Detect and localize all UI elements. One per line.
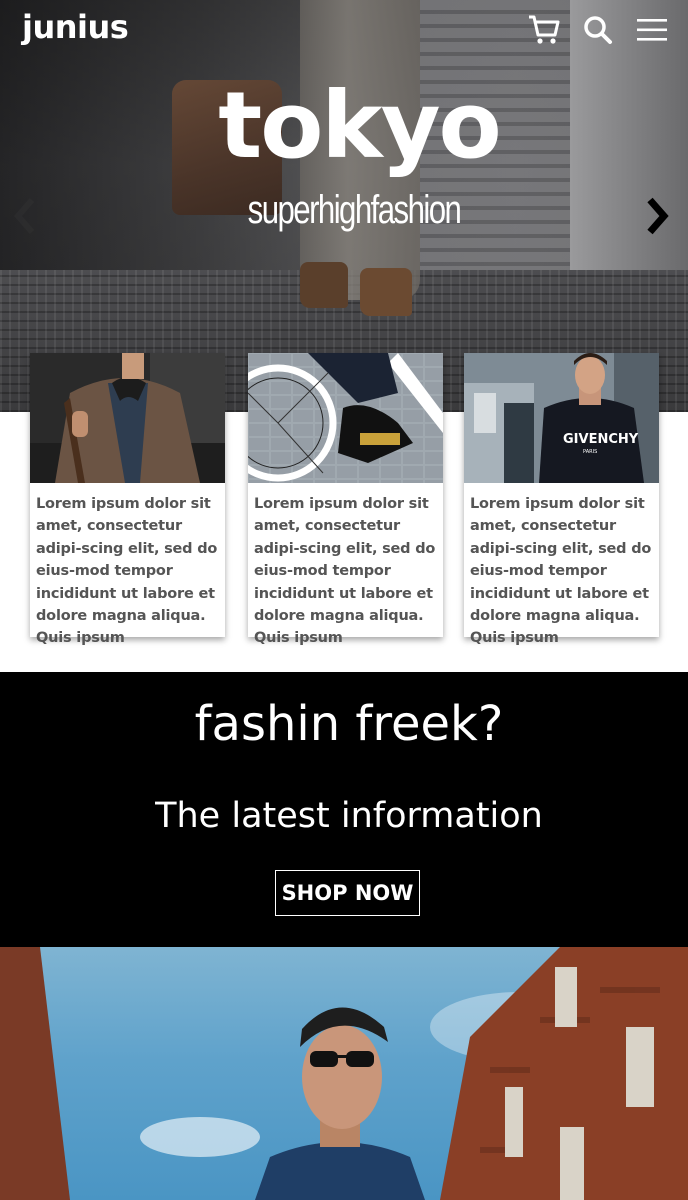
article-card[interactable]: Lorem ipsum dolor sit amet, consectetur …	[30, 353, 225, 646]
card-photo-bicycle	[248, 353, 443, 483]
card-text: Lorem ipsum dolor sit amet, consectetur …	[36, 496, 218, 647]
card-photo-jacket	[30, 353, 225, 483]
article-card[interactable]: Lorem ipsum dolor sit amet, consectetur …	[248, 353, 443, 646]
menu-icon[interactable]	[634, 12, 670, 48]
search-icon[interactable]	[580, 12, 616, 48]
hero-banner: tokyo superhighfashion	[0, 0, 688, 412]
chevron-right-icon[interactable]	[644, 196, 674, 236]
bottom-photo-street	[0, 947, 688, 1200]
promo-section: fashin freek? The latest information SHO…	[0, 672, 688, 947]
top-bar: junius	[0, 0, 688, 60]
logo[interactable]: junius	[22, 8, 129, 46]
shirt-print: GIVENCHY	[563, 432, 639, 447]
card-text: Lorem ipsum dolor sit amet, consectetur …	[470, 496, 652, 647]
hero-title: tokyo	[218, 72, 502, 179]
card-photo-sweatshirt: GIVENCHY PARIS	[464, 353, 659, 483]
hero-boot-left	[300, 262, 348, 308]
cart-icon[interactable]	[526, 12, 562, 48]
promo-subheadline: The latest information	[155, 796, 543, 836]
chevron-left-icon[interactable]	[10, 196, 40, 236]
promo-headline: fashin freek?	[194, 696, 504, 752]
shirt-print-sub: PARIS	[583, 449, 597, 455]
hero-boot-right	[360, 268, 412, 316]
article-card[interactable]: GIVENCHY PARIS Lorem ipsum dolor sit ame…	[464, 353, 659, 646]
shop-now-button[interactable]: SHOP NOW	[275, 870, 420, 916]
card-text: Lorem ipsum dolor sit amet, consectetur …	[254, 496, 436, 647]
hero-subtitle: superhighfashion	[247, 188, 462, 232]
